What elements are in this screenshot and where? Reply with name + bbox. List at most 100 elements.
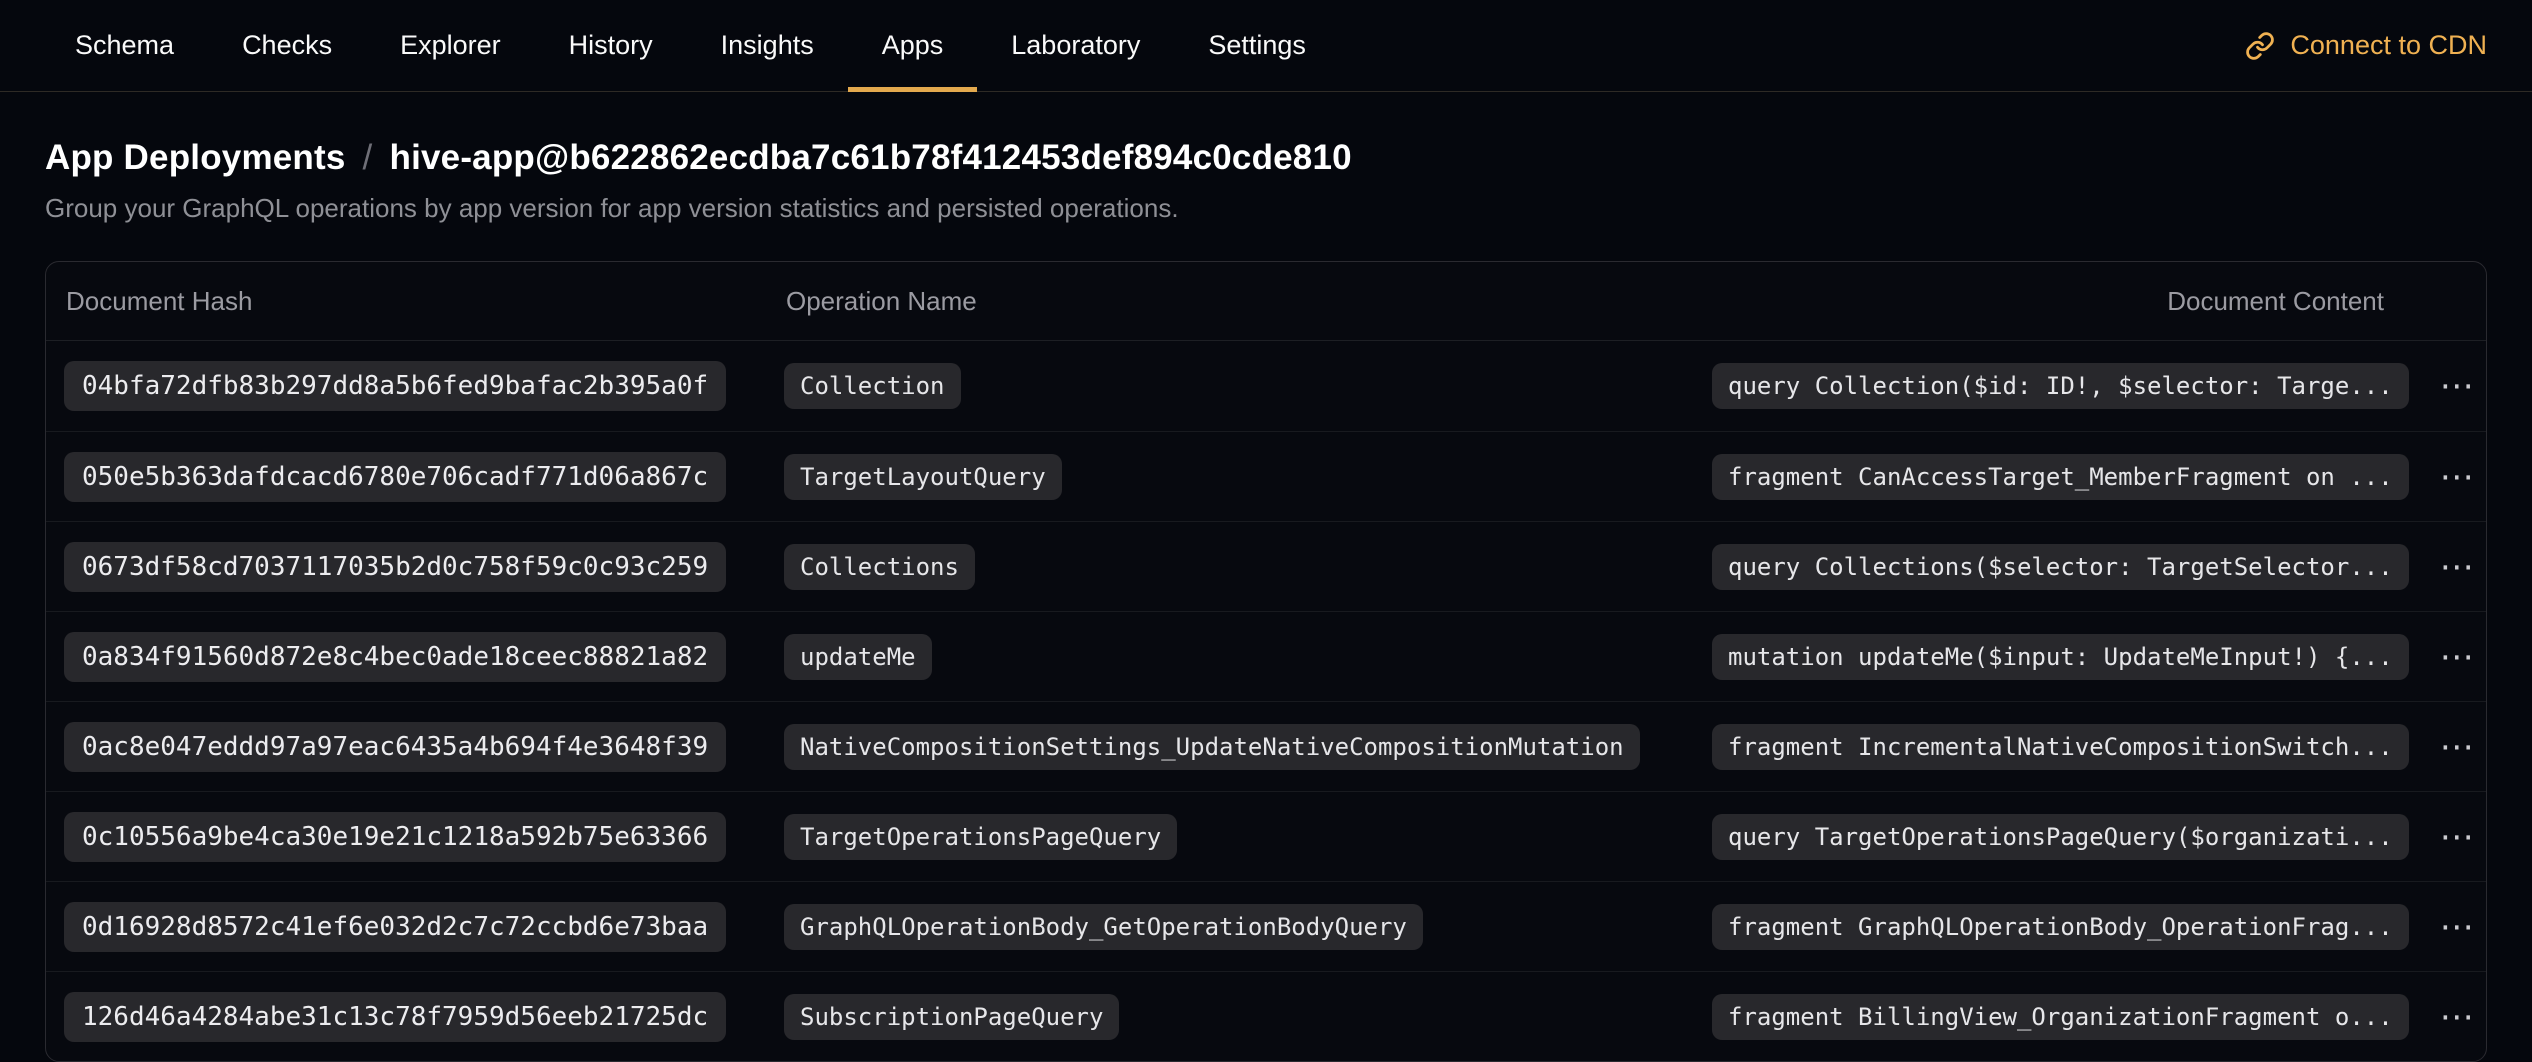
document-hash-pill: 0ac8e047eddd97a97eac6435a4b694f4e3648f39 [64,722,726,772]
documents-table: Document Hash Operation Name Document Co… [45,261,2487,1062]
operation-name-cell: updateMe [766,634,1712,680]
document-hash-pill: 0673df58cd7037117035b2d0c758f59c0c93c259 [64,542,726,592]
nav-tab-insights[interactable]: Insights [687,0,848,91]
operation-name-cell: TargetOperationsPageQuery [766,814,1712,860]
document-hash-cell: 04bfa72dfb83b297dd8a5b6fed9bafac2b395a0f [46,361,766,411]
breadcrumb-root[interactable]: App Deployments [45,138,346,178]
ellipsis-menu-icon[interactable]: ⋯ [2428,636,2486,678]
operation-name-pill: Collections [784,544,975,590]
row-actions-cell: ⋯ [2409,365,2487,407]
ellipsis-menu-icon[interactable]: ⋯ [2428,816,2486,858]
column-header-document-hash: Document Hash [46,286,766,317]
link-icon [2245,31,2275,61]
document-content-cell: query Collections($selector: TargetSelec… [1712,544,2409,590]
nav-tab-label: Explorer [400,30,501,61]
ellipsis-menu-icon[interactable]: ⋯ [2428,726,2486,768]
operation-name-cell: NativeCompositionSettings_UpdateNativeCo… [766,724,1712,770]
table-row: 0673df58cd7037117035b2d0c758f59c0c93c259… [46,521,2486,611]
row-actions-cell: ⋯ [2409,996,2487,1038]
operation-name-pill: NativeCompositionSettings_UpdateNativeCo… [784,724,1640,770]
document-content-pill: fragment GraphQLOperationBody_OperationF… [1712,904,2409,950]
ellipsis-menu-icon[interactable]: ⋯ [2428,546,2486,588]
operation-name-pill: GraphQLOperationBody_GetOperationBodyQue… [784,904,1423,950]
document-content-pill: mutation updateMe($input: UpdateMeInput!… [1712,634,2409,680]
nav-tab-history[interactable]: History [535,0,687,91]
table-row: 0ac8e047eddd97a97eac6435a4b694f4e3648f39… [46,701,2486,791]
document-hash-cell: 0ac8e047eddd97a97eac6435a4b694f4e3648f39 [46,722,766,772]
ellipsis-menu-icon[interactable]: ⋯ [2428,365,2486,407]
row-actions-cell: ⋯ [2409,906,2487,948]
row-actions-cell: ⋯ [2409,726,2487,768]
operation-name-cell: Collections [766,544,1712,590]
document-content-cell: query TargetOperationsPageQuery($organiz… [1712,814,2409,860]
nav-tab-apps[interactable]: Apps [848,0,978,91]
document-content-cell: fragment GraphQLOperationBody_OperationF… [1712,904,2409,950]
nav-tab-label: Laboratory [1011,30,1140,61]
operation-name-pill: updateMe [784,634,932,680]
operation-name-pill: TargetLayoutQuery [784,454,1062,500]
nav-tab-schema[interactable]: Schema [41,0,208,91]
operation-name-pill: TargetOperationsPageQuery [784,814,1177,860]
document-content-cell: fragment BillingView_OrganizationFragmen… [1712,994,2409,1040]
document-hash-cell: 0a834f91560d872e8c4bec0ade18ceec88821a82 [46,632,766,682]
table-row: 0a834f91560d872e8c4bec0ade18ceec88821a82… [46,611,2486,701]
document-content-pill: query TargetOperationsPageQuery($organiz… [1712,814,2409,860]
table-row: 0d16928d8572c41ef6e032d2c7c72ccbd6e73baa… [46,881,2486,971]
nav-tab-label: Insights [721,30,814,61]
document-hash-pill: 126d46a4284abe31c13c78f7959d56eeb21725dc [64,992,726,1042]
column-header-document-content: Document Content [1712,286,2390,317]
page-subtitle: Group your GraphQL operations by app ver… [45,193,2487,224]
connect-to-cdn-button[interactable]: Connect to CDN [2245,30,2487,61]
nav-tab-label: History [569,30,653,61]
nav-tab-label: Schema [75,30,174,61]
document-hash-pill: 0a834f91560d872e8c4bec0ade18ceec88821a82 [64,632,726,682]
row-actions-cell: ⋯ [2409,636,2487,678]
document-hash-cell: 0673df58cd7037117035b2d0c758f59c0c93c259 [46,542,766,592]
nav-tab-label: Settings [1208,30,1306,61]
document-hash-cell: 126d46a4284abe31c13c78f7959d56eeb21725dc [46,992,766,1042]
operation-name-cell: GraphQLOperationBody_GetOperationBodyQue… [766,904,1712,950]
document-content-pill: query Collection($id: ID!, $selector: Ta… [1712,363,2409,409]
table-row: 04bfa72dfb83b297dd8a5b6fed9bafac2b395a0f… [46,341,2486,431]
document-hash-pill: 0d16928d8572c41ef6e032d2c7c72ccbd6e73baa [64,902,726,952]
document-hash-pill: 050e5b363dafdcacd6780e706cadf771d06a867c [64,452,726,502]
nav-tabs: Schema Checks Explorer History Insights … [41,0,1340,91]
row-actions-cell: ⋯ [2409,816,2487,858]
operation-name-pill: SubscriptionPageQuery [784,994,1119,1040]
ellipsis-menu-icon[interactable]: ⋯ [2428,996,2486,1038]
nav-tab-settings[interactable]: Settings [1174,0,1340,91]
document-hash-cell: 0d16928d8572c41ef6e032d2c7c72ccbd6e73baa [46,902,766,952]
table-row: 050e5b363dafdcacd6780e706cadf771d06a867c… [46,431,2486,521]
document-content-cell: mutation updateMe($input: UpdateMeInput!… [1712,634,2409,680]
document-hash-pill: 04bfa72dfb83b297dd8a5b6fed9bafac2b395a0f [64,361,726,411]
table-row: 126d46a4284abe31c13c78f7959d56eeb21725dc… [46,971,2486,1061]
ellipsis-menu-icon[interactable]: ⋯ [2428,456,2486,498]
document-content-pill: fragment BillingView_OrganizationFragmen… [1712,994,2409,1040]
operation-name-cell: SubscriptionPageQuery [766,994,1712,1040]
ellipsis-menu-icon[interactable]: ⋯ [2428,906,2486,948]
nav-tab-label: Apps [882,30,944,61]
page-title: App Deployments / hive-app@b622862ecdba7… [45,138,2487,178]
document-content-cell: query Collection($id: ID!, $selector: Ta… [1712,363,2409,409]
app-deployment-page: App Deployments / hive-app@b622862ecdba7… [0,138,2532,1062]
document-hash-cell: 0c10556a9be4ca30e19e21c1218a592b75e63366 [46,812,766,862]
nav-tab-laboratory[interactable]: Laboratory [977,0,1174,91]
top-nav: Schema Checks Explorer History Insights … [0,0,2532,92]
operation-name-cell: Collection [766,363,1712,409]
nav-tab-explorer[interactable]: Explorer [366,0,535,91]
operation-name-cell: TargetLayoutQuery [766,454,1712,500]
document-content-cell: fragment CanAccessTarget_MemberFragment … [1712,454,2409,500]
table-body: 04bfa72dfb83b297dd8a5b6fed9bafac2b395a0f… [46,341,2486,1061]
row-actions-cell: ⋯ [2409,456,2487,498]
connect-to-cdn-label: Connect to CDN [2290,30,2487,61]
table-header-row: Document Hash Operation Name Document Co… [46,262,2486,341]
row-actions-cell: ⋯ [2409,546,2487,588]
nav-tab-label: Checks [242,30,332,61]
document-content-cell: fragment IncrementalNativeCompositionSwi… [1712,724,2409,770]
nav-tab-checks[interactable]: Checks [208,0,366,91]
document-hash-cell: 050e5b363dafdcacd6780e706cadf771d06a867c [46,452,766,502]
operation-name-pill: Collection [784,363,961,409]
document-content-pill: fragment IncrementalNativeCompositionSwi… [1712,724,2409,770]
breadcrumb-separator: / [363,138,373,178]
document-hash-pill: 0c10556a9be4ca30e19e21c1218a592b75e63366 [64,812,726,862]
